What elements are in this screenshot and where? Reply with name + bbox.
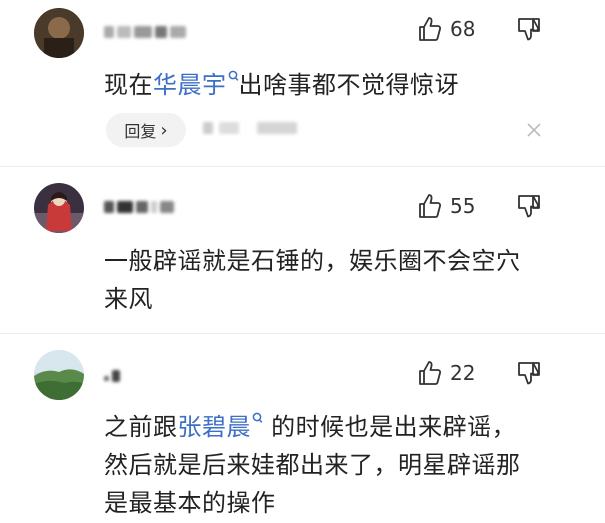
- blur-block: [136, 201, 148, 213]
- text-line: 一般辟谣就是石锤的，娱乐圈不会空穴: [104, 247, 521, 275]
- text-line: 之前跟张碧晨 的时候也是出来辟谣，: [104, 408, 575, 446]
- search-icon: [228, 70, 238, 81]
- dislike-button[interactable]: [516, 16, 544, 46]
- comment-text: 现在华晨宇 出啥事都不觉得惊讶: [104, 66, 575, 104]
- like-count: 68: [450, 17, 476, 41]
- comment-text: 之前跟张碧晨 的时候也是出来辟谣， 然后就是后来娃都出来了，明星辟谣那 是最基本…: [104, 408, 575, 522]
- username-blurred[interactable]: [104, 197, 174, 217]
- text-line: 然后就是后来娃都出来了，明星辟谣那: [104, 451, 521, 479]
- comment-text: 一般辟谣就是石锤的，娱乐圈不会空穴 来风: [104, 242, 575, 318]
- text-line: 是最基本的操作: [104, 489, 276, 517]
- blur-block: [257, 122, 297, 134]
- blur-block: [219, 122, 239, 134]
- dislike-button[interactable]: [516, 193, 544, 223]
- reply-button[interactable]: 回复 ›: [106, 113, 186, 147]
- like-button[interactable]: 68: [418, 14, 475, 44]
- divider: [0, 166, 605, 167]
- search-icon: [252, 412, 263, 423]
- thumbs-down-icon: [518, 18, 540, 41]
- avatar[interactable]: [34, 183, 84, 233]
- like-button[interactable]: 22: [418, 358, 475, 388]
- avatar[interactable]: [34, 350, 84, 400]
- text-segment: 出啥事都不觉得惊讶: [238, 71, 459, 99]
- thumbs-up-icon: [419, 194, 442, 218]
- blur-block: [155, 26, 167, 38]
- blur-block: [170, 26, 186, 38]
- text-line: 来风: [104, 285, 153, 313]
- chevron-right-icon: ›: [160, 119, 168, 141]
- blur-block: [134, 26, 152, 38]
- blur-block: [104, 375, 109, 381]
- reply-preview-blurred: [203, 122, 297, 134]
- blur-block: [203, 122, 213, 134]
- avatar[interactable]: [34, 8, 84, 58]
- blur-block: [104, 201, 114, 213]
- close-button[interactable]: [526, 122, 542, 138]
- mention-link[interactable]: 华晨宇: [153, 70, 239, 99]
- avatar-image: [34, 8, 84, 58]
- username-blurred[interactable]: [104, 366, 120, 386]
- blur-block: [160, 201, 174, 213]
- username-blurred[interactable]: [104, 22, 186, 42]
- blur-block: [117, 201, 133, 213]
- mention-text: 张碧晨: [177, 413, 251, 441]
- blur-block: [112, 370, 120, 382]
- like-count: 55: [450, 194, 476, 218]
- reply-label: 回复: [124, 122, 157, 141]
- close-icon: [527, 123, 541, 137]
- text-segment: 的时候也是出来辟谣，: [271, 413, 517, 441]
- avatar-image: [34, 350, 84, 400]
- like-button[interactable]: 55: [418, 191, 475, 221]
- text-segment: 现在: [104, 71, 153, 99]
- mention-link[interactable]: 张碧晨: [177, 412, 264, 441]
- dislike-button[interactable]: [516, 360, 544, 390]
- thumbs-down-icon: [518, 195, 540, 218]
- like-count: 22: [450, 361, 476, 385]
- thumbs-up-icon: [419, 17, 442, 41]
- text-segment: 之前跟: [104, 413, 178, 441]
- blur-block: [151, 201, 157, 213]
- blur-block: [104, 26, 114, 38]
- divider: [0, 333, 605, 334]
- mention-text: 华晨宇: [153, 71, 227, 99]
- thumbs-down-icon: [518, 362, 540, 385]
- blur-block: [117, 26, 131, 38]
- thumbs-up-icon: [419, 361, 442, 385]
- avatar-image: [34, 183, 84, 233]
